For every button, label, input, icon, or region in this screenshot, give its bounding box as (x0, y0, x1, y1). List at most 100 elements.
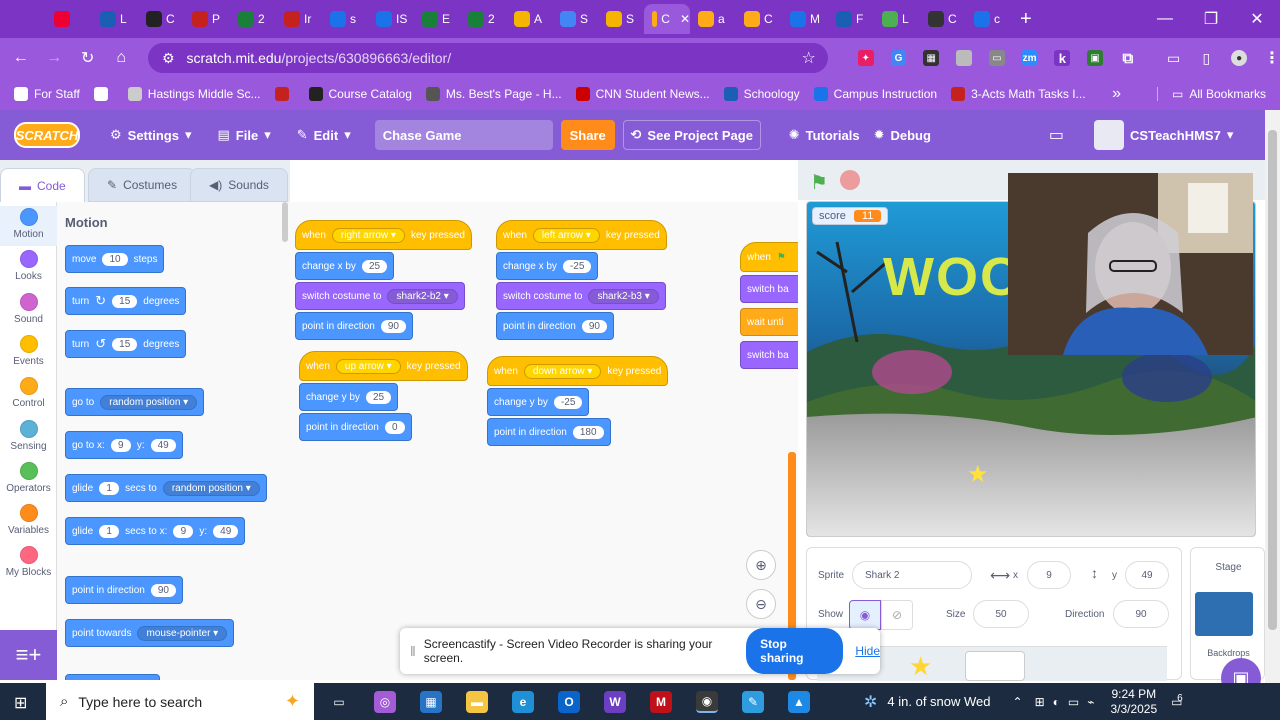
translate-icon[interactable]: G (890, 50, 907, 66)
tutorials-button[interactable]: ✺ Tutorials (789, 127, 860, 143)
bookmark-item[interactable] (93, 87, 114, 101)
browser-tab[interactable]: S (552, 4, 598, 34)
browser-tab[interactable]: C (920, 4, 966, 34)
zoom-out-button[interactable]: ⊖ (746, 589, 776, 619)
project-title-input[interactable]: Chase Game (374, 120, 553, 150)
browser-tab[interactable]: F (828, 4, 874, 34)
outlook-icon[interactable]: O (558, 690, 580, 713)
hat-block-left-arrow[interactable]: when left arrow ▾ key pressed (496, 220, 667, 250)
block-change-y[interactable]: change y by -25 (487, 388, 590, 416)
block-go-to-xy[interactable]: go to x: 9 y: 49 (65, 431, 183, 459)
bookmark-item[interactable] (274, 87, 295, 101)
block-turn-left[interactable]: turn ↺ 15 degrees (65, 330, 187, 358)
secs-input[interactable]: 1 (99, 481, 120, 495)
close-tab-icon[interactable]: ✕ (680, 12, 690, 26)
block-turn-right[interactable]: turn ↻ 15 degrees (65, 287, 187, 315)
hat-block-up-arrow[interactable]: when up arrow ▾ key pressed (299, 351, 468, 381)
clock[interactable]: 9:24 PM 3/3/2025 (1110, 687, 1157, 717)
block-point-in-direction[interactable]: point in direction 90 (496, 312, 614, 340)
back-button[interactable]: ← (4, 49, 37, 67)
chrome-menu-icon[interactable]: ⋮ (1264, 50, 1280, 67)
number-input[interactable]: 10 (102, 252, 128, 266)
sprite-y-input[interactable]: 49 (1125, 561, 1169, 589)
tray-icons[interactable]: ⊞◐▭⌁ (1035, 695, 1103, 709)
browser-tab[interactable]: 2 (460, 4, 506, 34)
block-glide-to-xy[interactable]: glide 1 secs to x: 9 y: 49 (65, 517, 246, 545)
key-dropdown[interactable]: left arrow ▾ (532, 227, 600, 243)
category-operators[interactable]: Operators (0, 460, 57, 500)
settings-menu[interactable]: ⚙ Settings ▾ (110, 127, 191, 143)
debug-button[interactable]: ✹ Debug (874, 127, 931, 143)
sprite-direction-input[interactable]: 90 (1113, 600, 1169, 628)
see-project-page-button[interactable]: ⟲ See Project Page (622, 120, 761, 150)
block-partial[interactable] (65, 674, 160, 680)
file-explorer-icon[interactable]: ▬ (466, 690, 488, 713)
sprite-x-input[interactable]: 9 (1027, 561, 1071, 589)
block-point-in-direction[interactable]: point in direction 90 (65, 576, 183, 604)
block-glide-to[interactable]: glide 1 secs to random position ▾ (65, 474, 267, 502)
number-input[interactable]: 25 (365, 390, 392, 404)
x-input[interactable]: 9 (173, 524, 194, 538)
bookmark-item[interactable]: 3-Acts Math Tasks I... (951, 87, 1086, 101)
y-input[interactable]: 49 (150, 438, 176, 452)
number-input[interactable]: 25 (361, 259, 388, 273)
sprite-name-input[interactable]: Shark 2 (852, 561, 972, 589)
block-go-to[interactable]: go to random position ▾ (65, 388, 205, 416)
block-point-in-direction[interactable]: point in direction 180 (487, 418, 611, 446)
profile-avatar[interactable]: ● (1231, 50, 1248, 66)
browser-tab[interactable] (0, 4, 46, 34)
browser-tab[interactable]: C (138, 4, 184, 34)
cast-icon[interactable]: ▭ (1166, 50, 1182, 66)
sidebar-icon[interactable]: ▯ (1199, 50, 1215, 66)
key-dropdown[interactable]: right arrow ▾ (331, 227, 405, 243)
bookmark-star-icon[interactable]: ☆ (802, 48, 816, 68)
number-input[interactable]: 0 (384, 420, 405, 434)
category-motion[interactable]: Motion (0, 206, 57, 246)
browser-tab[interactable]: L (874, 4, 920, 34)
browser-tab[interactable]: C ✕ (644, 4, 690, 34)
category-sensing[interactable]: Sensing (0, 418, 57, 458)
extension-icon[interactable]: ▦ (923, 50, 940, 66)
browser-tab[interactable]: IS (368, 4, 414, 34)
zoom-in-button[interactable]: ⊕ (746, 550, 776, 580)
url-bar[interactable]: ⚙ scratch.mit.edu/projects/630896663/edi… (147, 43, 828, 73)
browser-tab[interactable]: a (690, 4, 736, 34)
minimize-icon[interactable]: — (1142, 10, 1188, 28)
bookmark-item[interactable]: Campus Instruction (813, 87, 937, 101)
extensions-puzzle-icon[interactable]: ⧉ (1120, 50, 1136, 67)
site-info-icon[interactable]: ⚙ (162, 50, 175, 67)
hat-block-green-flag[interactable]: when ⚑ (740, 242, 798, 272)
extension-icon[interactable]: ▭ (988, 50, 1005, 66)
copilot-icon[interactable]: ◎ (374, 690, 396, 713)
bookmark-item[interactable]: Schoology (723, 87, 800, 101)
task-view-icon[interactable]: ▭ (328, 691, 350, 713)
taskbar-search[interactable]: ⌕ Type here to search ✦ (46, 683, 314, 720)
bookmark-item[interactable]: CNN Student News... (575, 87, 710, 101)
bookmarks-more-button[interactable]: » (1112, 85, 1121, 103)
browser-tab[interactable] (46, 4, 92, 34)
browser-tab[interactable]: E (414, 4, 460, 34)
variable-monitor[interactable]: score 11 (812, 207, 889, 225)
category-looks[interactable]: Looks (0, 248, 57, 288)
x-input[interactable]: 9 (110, 438, 131, 452)
block-switch-backdrop[interactable]: switch ba (740, 341, 798, 369)
palette-scrollbar[interactable] (282, 202, 288, 242)
block-point-towards[interactable]: point towards mouse-pointer ▾ (65, 619, 235, 647)
number-input[interactable]: 180 (572, 425, 604, 439)
browser-tab[interactable]: P (184, 4, 230, 34)
close-window-icon[interactable]: ✕ (1234, 9, 1280, 29)
notification-center[interactable]: ▭ 6 (1171, 693, 1183, 709)
block-switch-costume[interactable]: switch costume to shark2-b3 ▾ (496, 282, 666, 310)
hide-link[interactable]: Hide (855, 644, 880, 658)
weather-text[interactable]: 4 in. of snow Wed (887, 694, 990, 709)
add-extension-button[interactable]: ≡+ (0, 630, 57, 680)
browser-tab[interactable]: s (322, 4, 368, 34)
category-sound[interactable]: Sound (0, 291, 57, 331)
restore-icon[interactable]: ❐ (1188, 9, 1234, 29)
my-stuff-button[interactable]: ▭ (1049, 125, 1064, 145)
star-sprite-icon[interactable]: ★ (967, 460, 989, 489)
tray-chevron-icon[interactable]: ⌃ (1013, 695, 1023, 709)
tab-sounds[interactable]: ◀) Sounds (190, 168, 288, 202)
weather-icon[interactable]: ✲ (864, 692, 877, 712)
forward-button[interactable]: → (37, 49, 70, 67)
